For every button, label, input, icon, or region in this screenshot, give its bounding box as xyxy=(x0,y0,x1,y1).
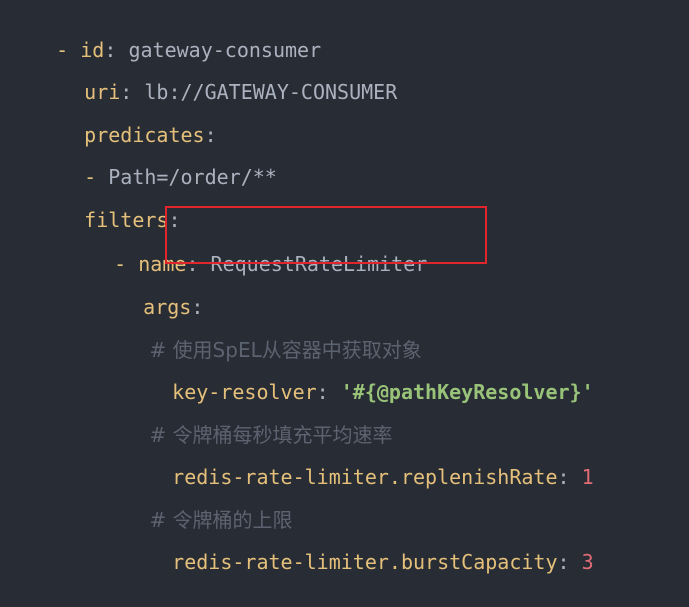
code-line-predicates: predicates: xyxy=(36,90,216,147)
code-line-uri: uri: lb://GATEWAY-CONSUMER xyxy=(36,47,397,104)
highlight-box xyxy=(165,206,487,264)
code-comment-capacity: # 令牌桶的上限 xyxy=(124,475,292,532)
yaml-separator: : xyxy=(557,550,582,574)
code-line-filters: filters: xyxy=(36,175,180,232)
yaml-key-burst-capacity: redis-rate-limiter.burstCapacity xyxy=(172,550,558,574)
code-line-burst-capacity: redis-rate-limiter.burstCapacity: 3 xyxy=(124,517,593,574)
yaml-value-burst-capacity: 3 xyxy=(581,550,594,574)
code-line-key-resolver: key-resolver: '#{@pathKeyResolver}' xyxy=(124,347,593,404)
yaml-separator: : xyxy=(557,465,582,489)
code-line-replenish-rate: redis-rate-limiter.replenishRate: 1 xyxy=(124,432,593,489)
code-line-path: - Path=/order/** xyxy=(36,132,277,189)
yaml-value-replenish-rate: 1 xyxy=(581,465,594,489)
code-comment-replenish: # 令牌桶每秒填充平均速率 xyxy=(124,390,392,447)
code-comment-spel: # 使用SpEL从容器中获取对象 xyxy=(124,305,421,362)
code-line-args: args: xyxy=(95,262,203,319)
code-editor[interactable]: - id: gateway-consumer uri: lb://GATEWAY… xyxy=(0,0,689,574)
code-line-id: - id: gateway-consumer xyxy=(8,5,321,62)
